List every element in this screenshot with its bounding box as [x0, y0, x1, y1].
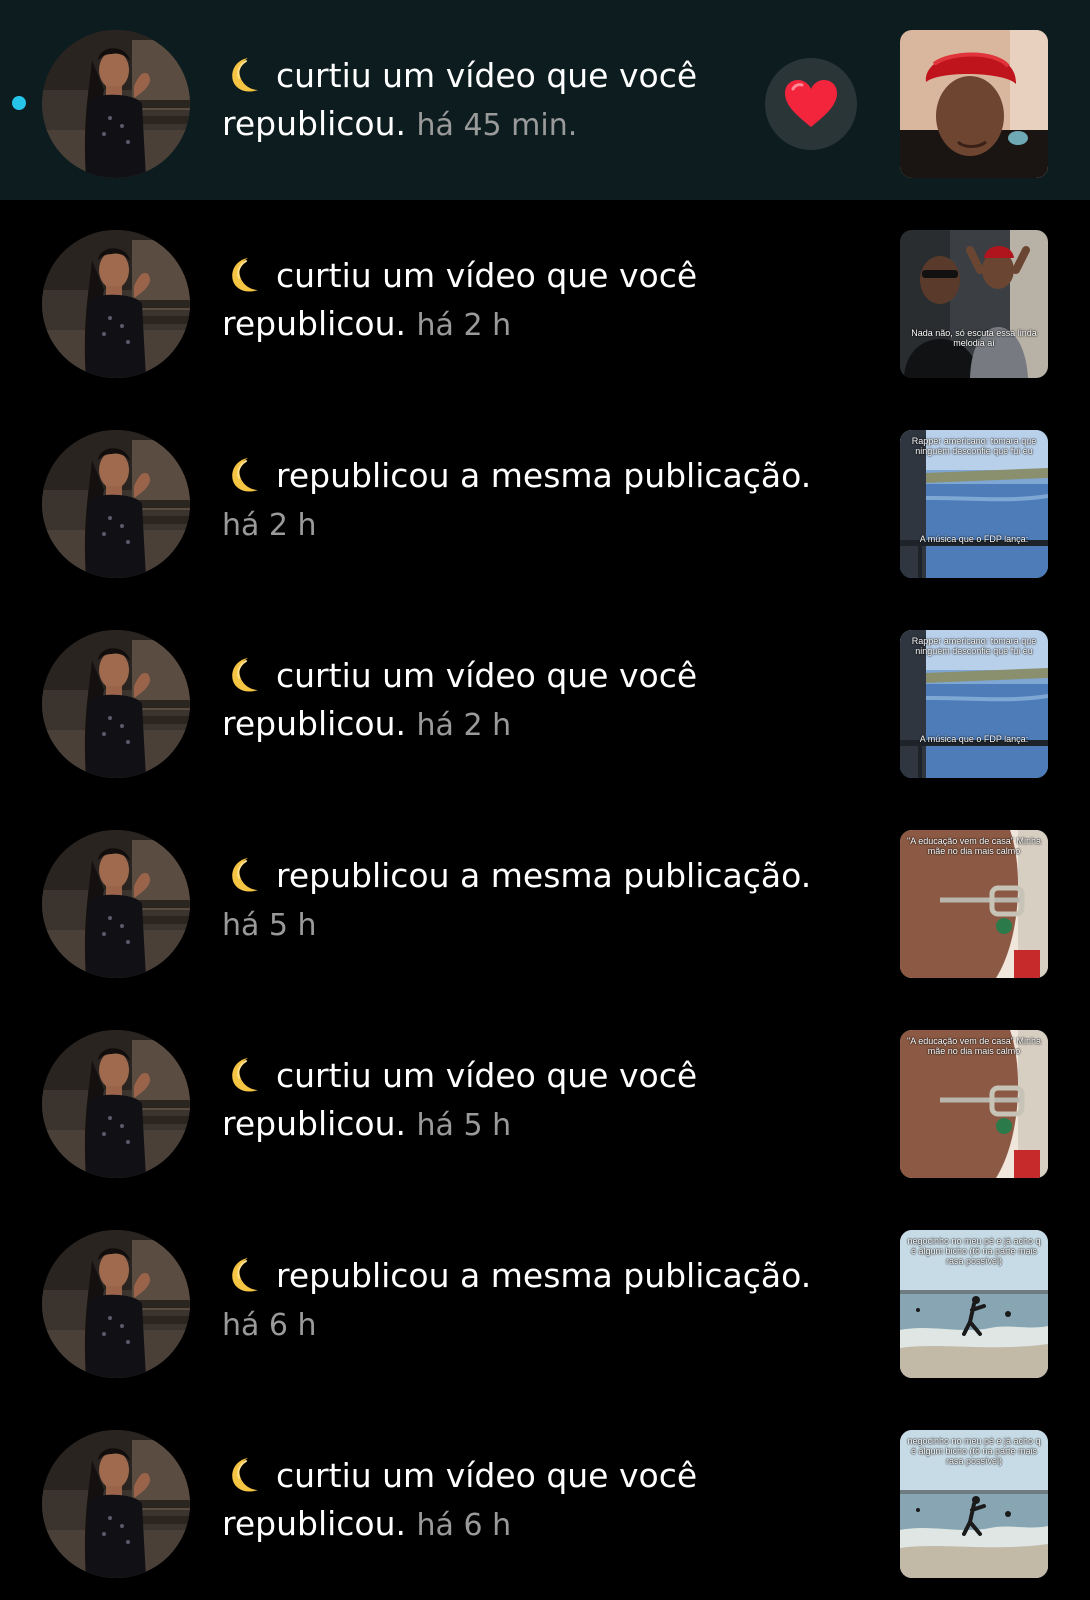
notification-time: há 6 h — [222, 1308, 317, 1343]
notification-text: republicou a mesma publicação. há 6 h — [222, 1252, 882, 1350]
notification-action: republicou a mesma publicação. — [276, 1256, 812, 1295]
video-thumbnail[interactable]: negocinho no meu pé e já acho q é algum … — [900, 1430, 1048, 1578]
avatar[interactable] — [42, 1430, 190, 1578]
crescent-moon-icon — [222, 1055, 266, 1095]
notification-row[interactable]: curtiu um vídeo que você republicou. há … — [0, 1000, 1090, 1200]
notification-text: curtiu um vídeo que você republicou. há … — [222, 1452, 862, 1550]
notification-time: há 45 min. — [416, 108, 578, 143]
notification-text: curtiu um vídeo que você republicou. há … — [222, 652, 862, 750]
notification-row[interactable]: curtiu um vídeo que você republicou. há … — [0, 0, 1090, 200]
unread-dot — [12, 96, 26, 110]
notification-text: curtiu um vídeo que você republicou. há … — [222, 252, 862, 350]
notification-list: curtiu um vídeo que você republicou. há … — [0, 0, 1090, 1600]
notification-row[interactable]: republicou a mesma publicação. há 2 h Rap… — [0, 400, 1090, 600]
video-thumbnail[interactable]: "A educação vem de casa" Minha mãe no di… — [900, 1030, 1048, 1178]
notification-text: republicou a mesma publicação. há 5 h — [222, 852, 882, 950]
avatar[interactable] — [42, 30, 190, 178]
thumbnail-caption: "A educação vem de casa" Minha mãe no di… — [907, 1036, 1041, 1056]
crescent-moon-icon — [222, 255, 266, 295]
notification-time: há 2 h — [222, 508, 317, 543]
avatar[interactable] — [42, 1030, 190, 1178]
notification-time: há 6 h — [416, 1508, 512, 1543]
crescent-moon-icon — [222, 55, 266, 95]
avatar[interactable] — [42, 1230, 190, 1378]
heart-icon — [785, 80, 837, 127]
notification-action: republicou a mesma publicação. — [276, 856, 812, 895]
avatar[interactable] — [42, 230, 190, 378]
crescent-moon-icon — [222, 1455, 266, 1495]
thumbnail-caption: "A educação vem de casa" Minha mãe no di… — [907, 836, 1041, 856]
notification-action: republicou a mesma publicação. — [276, 456, 812, 495]
notification-row[interactable]: republicou a mesma publicação. há 5 h "A … — [0, 800, 1090, 1000]
avatar[interactable] — [42, 830, 190, 978]
crescent-moon-icon — [222, 1255, 266, 1295]
crescent-moon-icon — [222, 655, 266, 695]
avatar[interactable] — [42, 630, 190, 778]
notification-time: há 5 h — [222, 908, 317, 943]
thumbnail-caption: negocinho no meu pé e já acho q é algum … — [907, 1236, 1041, 1266]
thumbnail-caption: Rapper americano: tomara que ninguém des… — [911, 436, 1037, 456]
crescent-moon-icon — [222, 455, 266, 495]
like-button[interactable] — [765, 58, 857, 150]
video-thumbnail[interactable]: negocinho no meu pé e já acho q é algum … — [900, 1230, 1048, 1378]
notification-row[interactable]: republicou a mesma publicação. há 6 h neg… — [0, 1200, 1090, 1400]
thumbnail-caption: Nada não, só escuta essa linda melodia a… — [911, 328, 1037, 348]
notification-time: há 2 h — [416, 708, 512, 743]
crescent-moon-icon — [222, 855, 266, 895]
thumbnail-caption: negocinho no meu pé e já acho q é algum … — [907, 1436, 1041, 1466]
video-thumbnail[interactable]: Rapper americano: tomara que ninguém des… — [900, 430, 1048, 578]
thumbnail-caption: A música que o FDP lança: — [919, 734, 1029, 744]
video-thumbnail[interactable] — [900, 30, 1048, 178]
avatar[interactable] — [42, 430, 190, 578]
thumbnail-caption: Rapper americano: tomara que ninguém des… — [911, 636, 1037, 656]
notification-row[interactable]: curtiu um vídeo que você republicou. há … — [0, 600, 1090, 800]
video-thumbnail[interactable]: "A educação vem de casa" Minha mãe no di… — [900, 830, 1048, 978]
video-thumbnail[interactable]: Rapper americano: tomara que ninguém des… — [900, 630, 1048, 778]
video-thumbnail[interactable]: Nada não, só escuta essa linda melodia a… — [900, 230, 1048, 378]
notification-row[interactable]: curtiu um vídeo que você republicou. há … — [0, 1400, 1090, 1600]
notification-time: há 5 h — [416, 1108, 512, 1143]
notification-time: há 2 h — [416, 308, 512, 343]
notification-text: republicou a mesma publicação. há 2 h — [222, 452, 882, 550]
notification-row[interactable]: curtiu um vídeo que você republicou. há … — [0, 200, 1090, 400]
thumbnail-caption: A música que o FDP lança: — [919, 534, 1029, 544]
notification-text: curtiu um vídeo que você republicou. há … — [222, 1052, 862, 1150]
